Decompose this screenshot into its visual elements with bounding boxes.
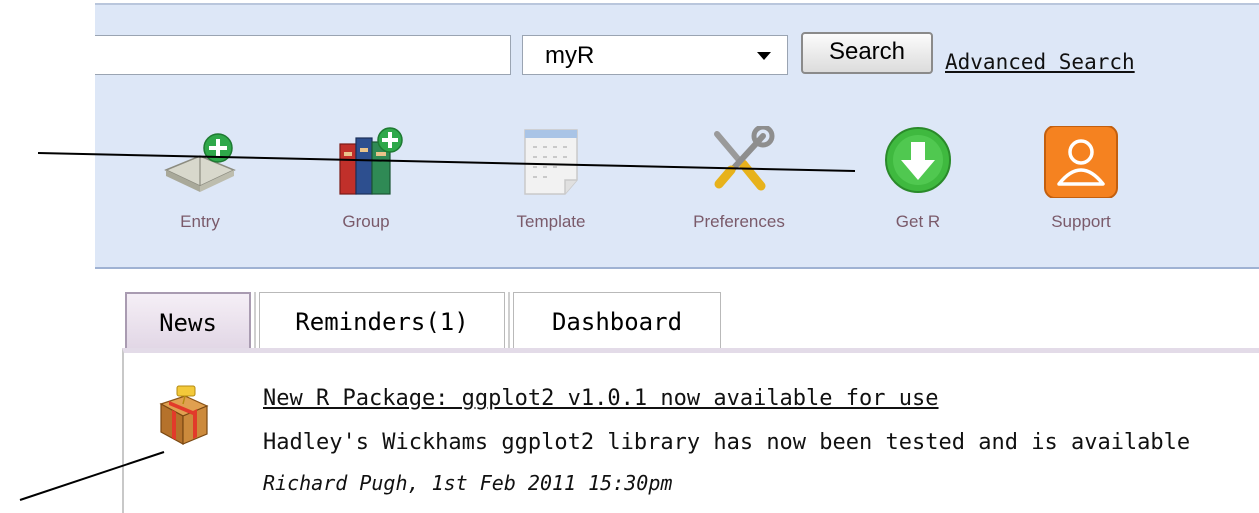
books-add-icon — [326, 126, 406, 198]
tab-divider — [508, 292, 510, 348]
toolbar-entry[interactable]: Entry — [135, 126, 265, 238]
toolbar-get-r-label: Get R — [895, 212, 941, 231]
news-item-byline: Richard Pugh, 1st Feb 2011 15:30pm — [263, 471, 673, 495]
tab-divider — [254, 292, 256, 348]
news-item-title-link[interactable]: New R Package: ggplot2 v1.0.1 now availa… — [263, 386, 939, 411]
toolbar-template[interactable]: Template — [486, 126, 616, 238]
toolbar-preferences-label: Preferences — [693, 212, 785, 231]
toolbar-preferences[interactable]: Preferences — [674, 124, 804, 238]
advanced-search-link[interactable]: Advanced Search — [945, 50, 1135, 74]
book-add-icon — [160, 126, 240, 198]
toolbar-entry-label: Entry — [180, 212, 220, 231]
toolbar-template-label: Template — [516, 212, 586, 231]
tools-icon — [699, 124, 779, 198]
toolbar-group-label: Group — [342, 212, 390, 231]
support-person-icon — [1041, 125, 1121, 199]
toolbar-group[interactable]: Group — [301, 126, 431, 238]
template-icon — [511, 126, 591, 198]
package-icon — [155, 384, 211, 446]
page: myR Search Advanced Search Entry Group T… — [0, 0, 1259, 513]
download-arrow-icon — [878, 126, 958, 198]
search-input[interactable] — [95, 35, 511, 75]
toolbar-support-label: Support — [1051, 212, 1111, 231]
search-scope-value: myR — [545, 42, 595, 69]
chevron-down-icon — [757, 52, 771, 60]
search-button[interactable]: Search — [801, 32, 933, 74]
search-scope-select[interactable]: myR — [522, 35, 788, 75]
toolbar-get-r[interactable]: Get R — [853, 126, 983, 238]
tab-reminders[interactable]: Reminders(1) — [259, 292, 505, 348]
news-item-body: Hadley's Wickhams ggplot2 library has no… — [263, 430, 1191, 455]
tab-dashboard[interactable]: Dashboard — [513, 292, 721, 348]
toolbar-support[interactable]: Support — [1016, 125, 1146, 238]
tab-news[interactable]: News — [125, 292, 251, 348]
